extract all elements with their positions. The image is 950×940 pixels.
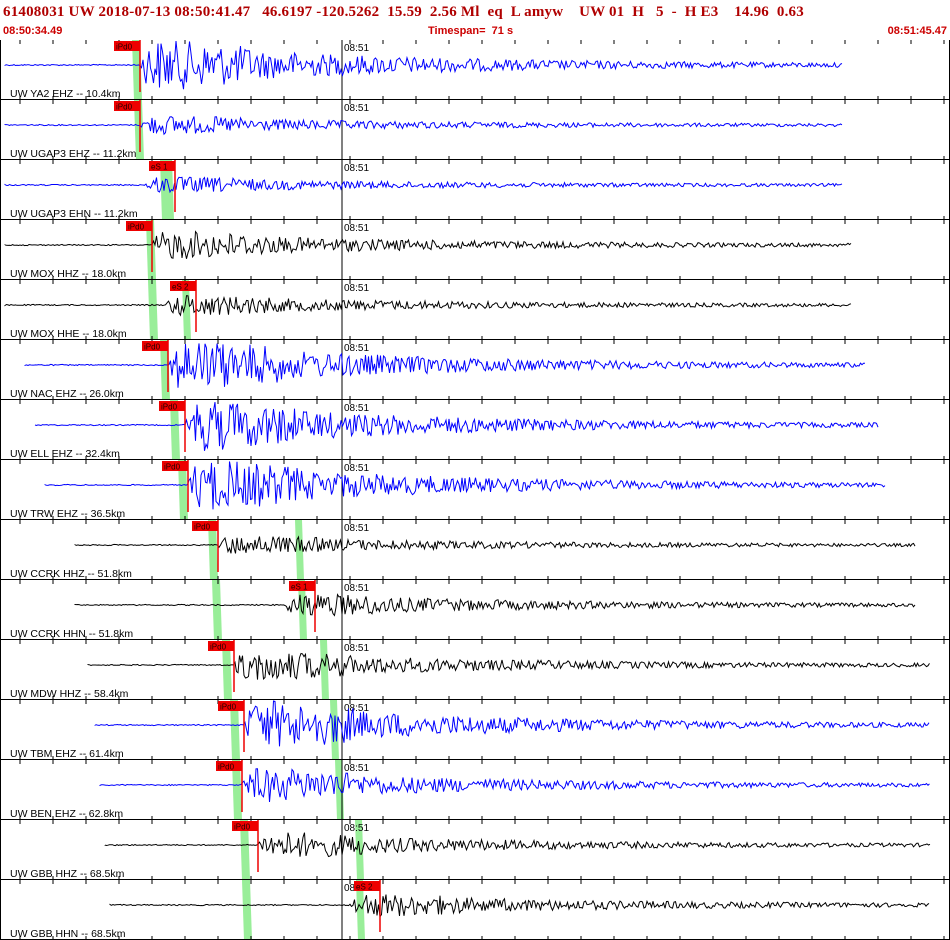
s-pick-label: eS 2	[172, 283, 189, 292]
waveform	[87, 652, 930, 680]
trace-row[interactable]: 08:51 iPd0 UW BEN EHZ -- 62.8km	[0, 760, 950, 820]
minute-label: 08:51	[344, 823, 369, 834]
waveform	[74, 593, 916, 617]
minute-label: 08:51	[344, 103, 369, 114]
p-pick-label: iPd0	[128, 223, 145, 232]
p-pick-label: iPd0	[144, 343, 161, 352]
waveform	[104, 832, 931, 858]
minute-label: 08:51	[344, 223, 369, 234]
station-label: UW CCRK HHN -- 51.8km	[10, 628, 133, 640]
p-pick-label: iPd0	[116, 43, 133, 52]
p-pick-label: iPd0	[210, 643, 227, 652]
minute-label: 08:51	[344, 643, 369, 654]
trace-row[interactable]: 08:51eS 2UW GBB HHN -- 68.5km	[0, 880, 950, 940]
event-title: 61408031 UW 2018-07-13 08:50:41.47 46.61…	[3, 4, 804, 20]
trace-row[interactable]: 08:51 iPd0 UW ELL EHZ -- 32.4km	[0, 400, 950, 460]
station-label: UW UGAP3 EHZ -- 11.2km	[10, 148, 137, 160]
station-label: UW GBB HHZ -- 68.5km	[10, 868, 125, 880]
waveform	[99, 768, 930, 803]
s-arrival-band	[165, 160, 365, 940]
s-pick-label: eS 1	[291, 583, 308, 592]
minute-label: 08:51	[344, 583, 369, 594]
minute-label: 08:51	[344, 283, 369, 294]
station-label: UW MOX HHE -- 18.0km	[10, 328, 127, 340]
start-time: 08:50:34.49	[3, 25, 63, 37]
minute-label: 08:51	[344, 523, 369, 534]
event-header: 61408031 UW 2018-07-13 08:50:41.47 46.61…	[0, 0, 950, 40]
p-pick-label: iPd0	[234, 823, 251, 832]
minute-label: 08:51	[344, 43, 369, 54]
seismogram-svg: 08:51 iPd0 UW YA2 EHZ -- 10.4km 08:51 iPd0 UW…	[0, 40, 950, 940]
trace-row[interactable]: 08:51 iPd0 UW GBB HHZ -- 68.5km	[0, 820, 950, 880]
waveform	[109, 894, 930, 919]
trace-row[interactable]: 08:51 eS 1 UW CCRK HHN -- 51.8km	[0, 580, 950, 640]
p-pick-label: iPd0	[161, 403, 178, 412]
station-label: UW MOX HHZ -- 18.0km	[10, 268, 126, 280]
waveform	[4, 176, 843, 194]
trace-row[interactable]: 08:51 eS 1 UW UGAP3 EHN -- 11.2km	[0, 160, 950, 220]
station-label: UW GBB HHN -- 68.5km	[10, 928, 126, 940]
waveform	[74, 535, 916, 554]
end-time: 08:51:45.47	[887, 25, 947, 37]
minute-label: 08:51	[344, 763, 369, 774]
trace-row[interactable]: 08:51iPd0UW TBM EHZ -- 61.4km	[0, 700, 950, 760]
trace-row[interactable]: 08:51 iPd0 UW TRW EHZ -- 36.5km	[0, 460, 950, 520]
waveform	[4, 116, 843, 136]
station-label: UW UGAP3 EHN -- 11.2km	[10, 208, 138, 220]
s-pick-label: eS 2	[356, 883, 373, 892]
p-pick-label: iPd0	[164, 463, 181, 472]
timespan: Timespan= 71 s	[428, 25, 514, 37]
trace-row[interactable]: 08:51 iPd0 UW MOX HHZ -- 18.0km	[0, 220, 950, 280]
trace-row[interactable]: 08:51 iPd0 UW CCRK HHZ -- 51.8km	[0, 520, 950, 580]
minute-label: 08:51	[344, 343, 369, 354]
station-label: UW NAC EHZ -- 26.0km	[10, 388, 124, 400]
seismogram-panel: 08:51 iPd0 UW YA2 EHZ -- 10.4km 08:51 iPd0 UW…	[0, 40, 950, 940]
station-label: UW TRW EHZ -- 36.5km	[10, 508, 125, 520]
waveform	[4, 295, 852, 317]
trace-row[interactable]: 08:51 iPd0 UW NAC EHZ -- 26.0km	[0, 340, 950, 400]
trace-row[interactable]: 08:51 iPd0 UW YA2 EHZ -- 10.4km	[0, 40, 950, 100]
station-label: UW ELL EHZ -- 32.4km	[10, 448, 120, 460]
station-label: UW CCRK HHZ -- 51.8km	[10, 568, 132, 580]
p-pick-label: iPd0	[218, 763, 235, 772]
minute-label: 08:51	[344, 403, 369, 414]
station-label: UW BEN EHZ -- 62.8km	[10, 808, 123, 820]
minute-label: 08:51	[344, 163, 369, 174]
station-label: UW MDW HHZ -- 58.4km	[10, 688, 129, 700]
p-pick-label: iPd0	[220, 703, 237, 712]
station-label: UW TBM EHZ -- 61.4km	[10, 748, 124, 760]
station-label: UW YA2 EHZ -- 10.4km	[10, 88, 121, 100]
s-pick-label: eS 1	[151, 163, 168, 172]
p-pick-label: iPd0	[116, 103, 133, 112]
minute-label: 08:51	[344, 463, 369, 474]
p-pick-label: iPd0	[194, 523, 211, 532]
trace-row[interactable]: 08:51 eS 2 UW MOX HHE -- 18.0km	[0, 280, 950, 340]
trace-row[interactable]: 08:51 iPd0 UW MDW HHZ -- 58.4km	[0, 640, 950, 700]
waveform	[4, 230, 852, 259]
